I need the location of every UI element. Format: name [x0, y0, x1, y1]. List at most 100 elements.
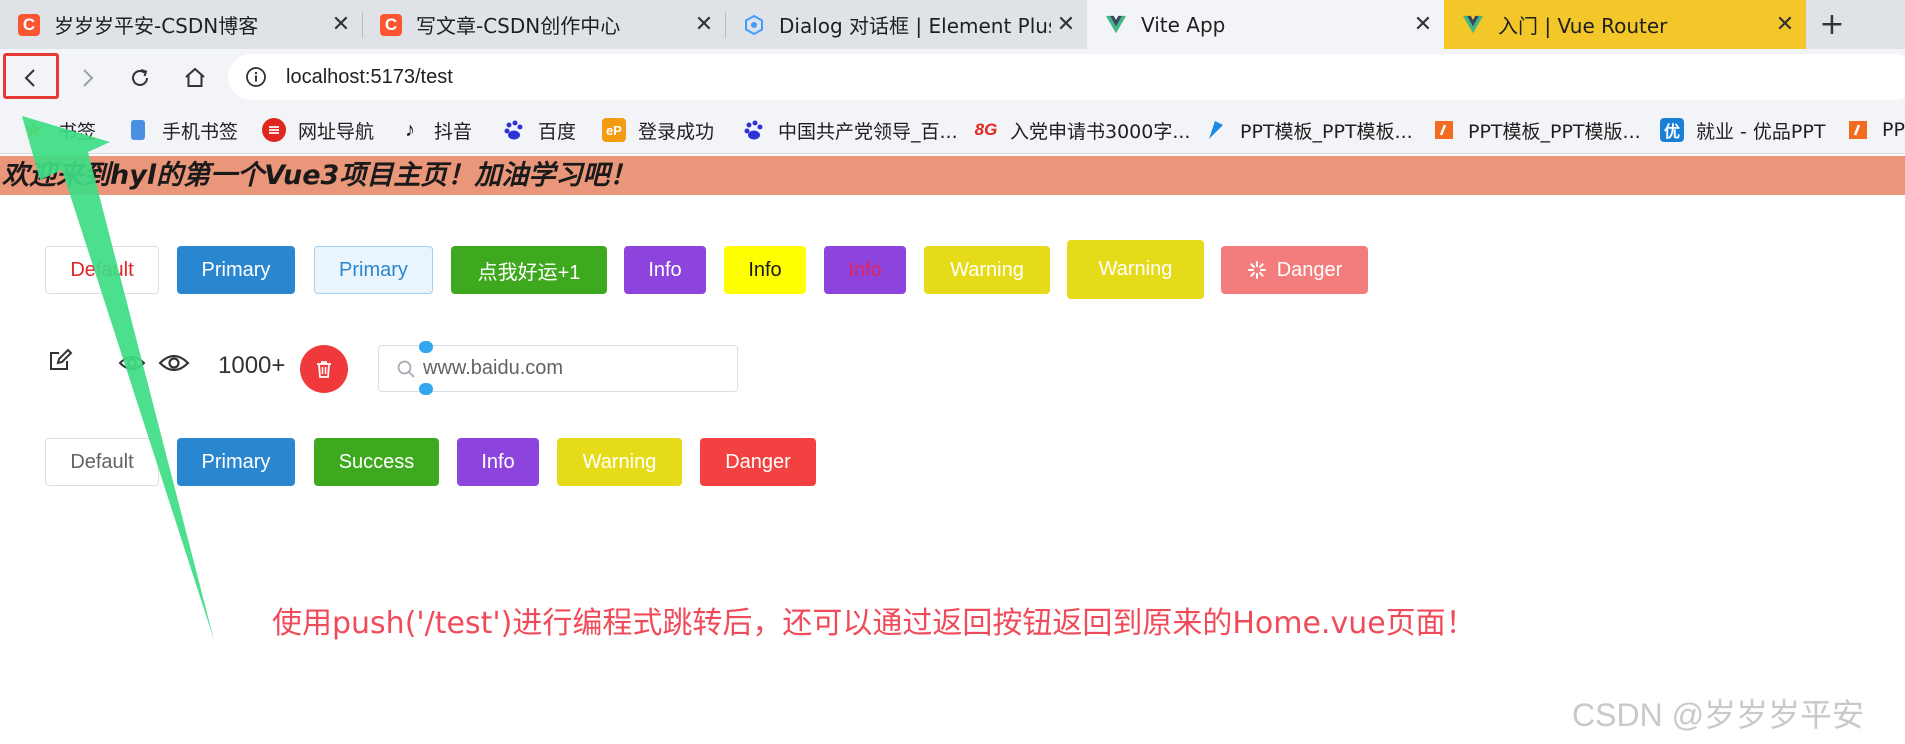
info-red-text-button[interactable]: Info [824, 246, 906, 294]
warning-button[interactable]: Warning [924, 246, 1050, 294]
button-label: Warning [950, 258, 1024, 281]
home-icon [185, 67, 205, 87]
vue-icon [1462, 14, 1484, 36]
bookmark-item[interactable]: ★ 书签 [22, 106, 96, 154]
button-label: Default [70, 450, 134, 473]
tab-title: Dialog 对话框 | Element Plus [779, 14, 1051, 38]
url-text[interactable]: localhost:5173/test [286, 66, 453, 89]
bookmark-item[interactable]: PPT模板_PPT模版... [1432, 106, 1641, 154]
warning-button[interactable]: Warning [557, 438, 682, 486]
bookmark-item[interactable]: 百度 [502, 106, 576, 154]
search-input[interactable] [423, 357, 723, 380]
button-label: Primary [201, 258, 271, 281]
baidu-icon [502, 118, 526, 142]
tab-title: Vite App [1141, 12, 1226, 37]
primary-button[interactable]: Primary [177, 246, 295, 294]
bookmark-item[interactable]: 中国共产党领导_百... [742, 106, 958, 154]
button-label: Primary [201, 450, 271, 473]
ep-icon: eP [602, 118, 626, 142]
tab-element-plus[interactable]: Dialog 对话框 | Element Plus ✕ [725, 0, 1087, 49]
tab-title: 入门 | Vue Router [1498, 14, 1668, 38]
warning-large-button[interactable]: Warning [1067, 240, 1204, 299]
primary-plain-button[interactable]: Primary [314, 246, 433, 294]
address-bar[interactable]: localhost:5173/test [228, 54, 1905, 100]
tab-vue-router[interactable]: 入门 | Vue Router ✕ [1444, 0, 1806, 49]
tiktok-icon: ♪ [405, 118, 415, 141]
tab-csdn-editor[interactable]: C 写文章-CSDN创作中心 ✕ [362, 0, 725, 49]
danger-loading-button[interactable]: Danger [1221, 246, 1368, 294]
default-button[interactable]: Default [45, 246, 159, 294]
home-button[interactable] [175, 58, 215, 98]
tab-close-icon[interactable]: ✕ [689, 12, 719, 37]
bookmark-item[interactable]: 8G 入党申请书3000字... [974, 106, 1191, 154]
danger-button[interactable]: Danger [700, 438, 816, 486]
button-label: Info [748, 258, 782, 281]
default-button[interactable]: Default [45, 438, 159, 486]
bookmark-label: PPT模板_PPT模版... [1468, 120, 1641, 143]
bookmark-item[interactable]: 网址导航 [262, 106, 374, 154]
tab-strip: C 岁岁岁平安-CSDN博客 ✕ C 写文章-CSDN创作中心 ✕ Dialog… [0, 0, 1905, 49]
delete-button[interactable] [300, 345, 348, 393]
tab-csdn-blog[interactable]: C 岁岁岁平安-CSDN博客 ✕ [0, 0, 362, 49]
bookmark-item[interactable]: PPT模板_PPT模板... [1204, 106, 1413, 154]
browser-toolbar: localhost:5173/test [0, 49, 1905, 106]
tab-close-icon[interactable]: ✕ [326, 12, 356, 37]
text-cursor-handle[interactable] [419, 341, 433, 353]
bookmarks-bar: ★ 书签 手机书签 网址导航 ♪ 抖音 百度 eP 登录成功 中国共产党领导_百… [0, 106, 1905, 154]
ppt-orange-icon [1432, 118, 1456, 142]
csdn-icon: C [18, 13, 40, 36]
edit-icon[interactable] [46, 346, 74, 374]
button-label: Default [70, 258, 134, 281]
nav-icon [262, 118, 286, 142]
loading-icon [1247, 261, 1266, 279]
bookmark-item[interactable]: 手机书签 [126, 106, 238, 154]
new-tab-button[interactable]: + [1812, 0, 1852, 49]
ppt-orange-icon [1846, 118, 1870, 142]
ppt-blue-icon [1204, 118, 1228, 142]
info-yellow-button[interactable]: Info [724, 246, 806, 294]
view-icon[interactable] [118, 351, 146, 375]
welcome-banner: 欢迎来到hyl的第一个Vue3项目主页！加油学习吧！ [0, 156, 1905, 195]
button-label: Warning [582, 450, 657, 473]
forward-button[interactable] [67, 58, 107, 98]
page-title: 欢迎来到hyl的第一个Vue3项目主页！加油学习吧！ [2, 160, 637, 191]
tab-vite-app[interactable]: Vite App ✕ [1087, 0, 1444, 49]
site-info-icon[interactable] [244, 65, 268, 89]
bookmark-item[interactable]: PP [1846, 106, 1905, 154]
info-button[interactable]: Info [457, 438, 539, 486]
baidu-icon [742, 118, 766, 142]
chevron-left-icon [24, 69, 35, 87]
info-button[interactable]: Info [624, 246, 706, 294]
bookmark-item[interactable]: ♪ 抖音 [398, 106, 472, 154]
86-icon: 8G [974, 120, 998, 139]
bookmark-item[interactable]: eP 登录成功 [602, 106, 714, 154]
tab-title: 写文章-CSDN创作中心 [416, 14, 621, 38]
good-luck-button[interactable]: 点我好运+1 [451, 246, 607, 294]
back-button[interactable] [11, 58, 51, 98]
button-label: Info [848, 258, 882, 281]
bookmark-label: 中国共产党领导_百... [778, 120, 958, 143]
annotation-text: 使用push('/test')进行编程式跳转后，还可以通过返回按钮返回到原来的H… [272, 606, 1476, 641]
button-label: Primary [339, 258, 408, 281]
view-icon[interactable] [158, 351, 190, 375]
success-button[interactable]: Success [314, 438, 439, 486]
search-icon [395, 358, 417, 380]
primary-button[interactable]: Primary [177, 438, 295, 486]
csdn-icon: C [380, 13, 402, 36]
button-label: 点我好运+1 [477, 261, 581, 284]
tab-close-icon[interactable]: ✕ [1770, 12, 1800, 37]
tab-close-icon[interactable]: ✕ [1408, 12, 1438, 37]
button-label: Danger [725, 450, 791, 473]
text-cursor-handle[interactable] [419, 383, 433, 395]
bookmark-label: PP [1882, 119, 1905, 141]
button-label: Warning [1098, 258, 1173, 280]
button-label: Danger [1276, 258, 1343, 281]
bookmark-label: 手机书签 [162, 120, 239, 143]
reload-button[interactable] [120, 58, 160, 98]
chevron-right-icon [83, 69, 94, 87]
youpin-icon: 优 [1660, 118, 1684, 142]
bookmark-item[interactable]: 优 就业 - 优品PPT [1660, 106, 1825, 154]
element-plus-icon [743, 14, 765, 36]
bookmark-label: 网址导航 [298, 120, 375, 143]
tab-close-icon[interactable]: ✕ [1051, 12, 1081, 37]
